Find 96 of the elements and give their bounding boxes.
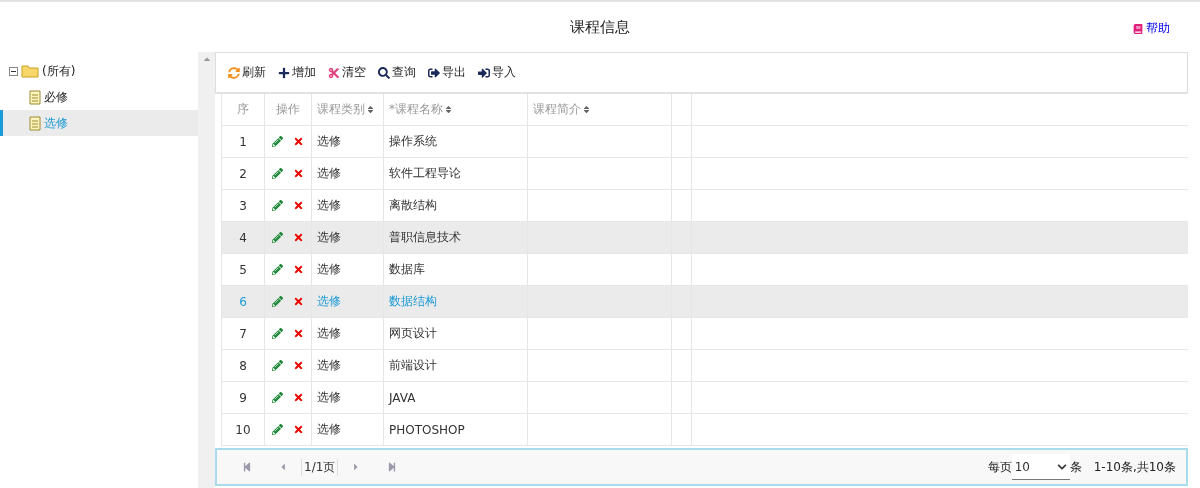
delete-icon[interactable]	[293, 424, 304, 435]
tree-label: 必修	[44, 88, 68, 106]
sort-icon[interactable]	[582, 105, 591, 114]
table-cell: 10	[235, 422, 251, 437]
table-cell: 选修	[317, 293, 341, 310]
table-row[interactable]: 2 选修 软件工程导论	[222, 158, 1188, 190]
edit-icon[interactable]	[272, 168, 283, 179]
export-icon	[428, 66, 440, 79]
refresh-icon	[228, 66, 240, 79]
edit-icon[interactable]	[272, 200, 283, 211]
per-page-label: 每页	[987, 458, 1012, 476]
table-row[interactable]: 3 选修 离散结构	[222, 190, 1188, 222]
delete-icon[interactable]	[293, 296, 304, 307]
table-cell: 2	[239, 166, 247, 181]
edit-icon[interactable]	[272, 360, 283, 371]
folder-icon	[21, 64, 39, 78]
record-summary: 1-10条,共10条	[1093, 458, 1176, 476]
table-cell: 选修	[317, 229, 341, 246]
help-link[interactable]: 帮助	[1133, 20, 1170, 37]
table-cell: 离散结构	[389, 197, 437, 214]
table-row[interactable]: 1 选修 操作系统	[222, 126, 1188, 158]
table-cell: 9	[239, 390, 247, 405]
table-cell: 操作系统	[389, 133, 437, 150]
table-cell: 1	[239, 134, 247, 149]
toolbar-button[interactable]: 增加	[278, 64, 316, 81]
table-cell: 数据库	[389, 261, 425, 278]
edit-icon[interactable]	[272, 328, 283, 339]
delete-icon[interactable]	[293, 136, 304, 147]
column-header: 操作	[276, 101, 300, 118]
table-cell: 6	[239, 294, 247, 309]
toolbar-button[interactable]: 清空	[328, 64, 366, 81]
table-cell: 软件工程导论	[389, 165, 461, 182]
table-cell: 3	[239, 198, 247, 213]
delete-icon[interactable]	[293, 264, 304, 275]
plus-icon	[278, 66, 290, 79]
page-title: 课程信息	[570, 17, 630, 37]
edit-icon[interactable]	[272, 296, 283, 307]
tree-item[interactable]: (所有)	[0, 58, 198, 84]
document-icon	[29, 89, 41, 105]
table-cell: 7	[239, 326, 247, 341]
toolbar-button[interactable]: 刷新	[228, 64, 266, 81]
table-cell: 选修	[317, 165, 341, 182]
table-cell: 8	[239, 358, 247, 373]
page-size-select[interactable]: 10	[1011, 454, 1070, 480]
table-cell: 选修	[317, 325, 341, 342]
table-cell: 选修	[317, 357, 341, 374]
table-cell: 数据结构	[389, 293, 437, 310]
table-cell: 选修	[317, 261, 341, 278]
table-cell: 选修	[317, 197, 341, 214]
book-icon	[1133, 23, 1143, 34]
tree-item[interactable]: 必修	[0, 84, 198, 110]
edit-icon[interactable]	[272, 136, 283, 147]
unit-label: 条	[1069, 458, 1082, 476]
table-row[interactable]: 7 选修 网页设计	[222, 318, 1188, 350]
import-icon	[478, 66, 490, 79]
delete-icon[interactable]	[293, 168, 304, 179]
table-cell: 5	[239, 262, 247, 277]
delete-icon[interactable]	[293, 200, 304, 211]
last-page-icon[interactable]	[387, 462, 398, 472]
table-row[interactable]: 8 选修 前端设计	[222, 350, 1188, 382]
delete-icon[interactable]	[293, 328, 304, 339]
sort-icon[interactable]	[444, 105, 453, 114]
table-cell: 4	[239, 230, 247, 245]
delete-icon[interactable]	[293, 392, 304, 403]
document-icon	[29, 115, 41, 131]
tree-label: 选修	[44, 114, 68, 132]
table-cell: 普职信息技术	[389, 229, 461, 246]
chevron-down-icon	[1056, 461, 1067, 472]
edit-icon[interactable]	[272, 264, 283, 275]
table-row[interactable]: 9 选修 JAVA	[222, 382, 1188, 414]
table-cell: JAVA	[389, 390, 416, 405]
collapse-icon[interactable]	[9, 66, 18, 76]
tree-label: (所有)	[42, 62, 76, 80]
table-cell: 网页设计	[389, 325, 437, 342]
first-page-icon[interactable]	[242, 462, 252, 472]
table-cell: 选修	[317, 133, 341, 150]
table-cell: PHOTOSHOP	[389, 422, 465, 437]
table-row[interactable]: 4 选修 普职信息技术	[222, 222, 1188, 254]
delete-icon[interactable]	[293, 360, 304, 371]
toolbar-button[interactable]: 导入	[478, 64, 516, 81]
search-icon	[378, 66, 390, 79]
delete-icon[interactable]	[293, 232, 304, 243]
toolbar-button[interactable]: 查询	[378, 64, 416, 81]
table-cell: 选修	[317, 389, 341, 406]
page-indicator: 1/1页	[301, 458, 339, 476]
sort-icon[interactable]	[366, 105, 375, 114]
scissors-icon	[328, 66, 340, 79]
table-cell: 前端设计	[389, 357, 437, 374]
table-row[interactable]: 5 选修 数据库	[222, 254, 1188, 286]
edit-icon[interactable]	[272, 392, 283, 403]
column-header: 序	[237, 101, 249, 118]
table-row[interactable]: 10 选修 PHOTOSHOP	[222, 414, 1188, 446]
edit-icon[interactable]	[272, 424, 283, 435]
toolbar-button[interactable]: 导出	[428, 64, 466, 81]
table-cell: 选修	[317, 421, 341, 438]
edit-icon[interactable]	[272, 232, 283, 243]
